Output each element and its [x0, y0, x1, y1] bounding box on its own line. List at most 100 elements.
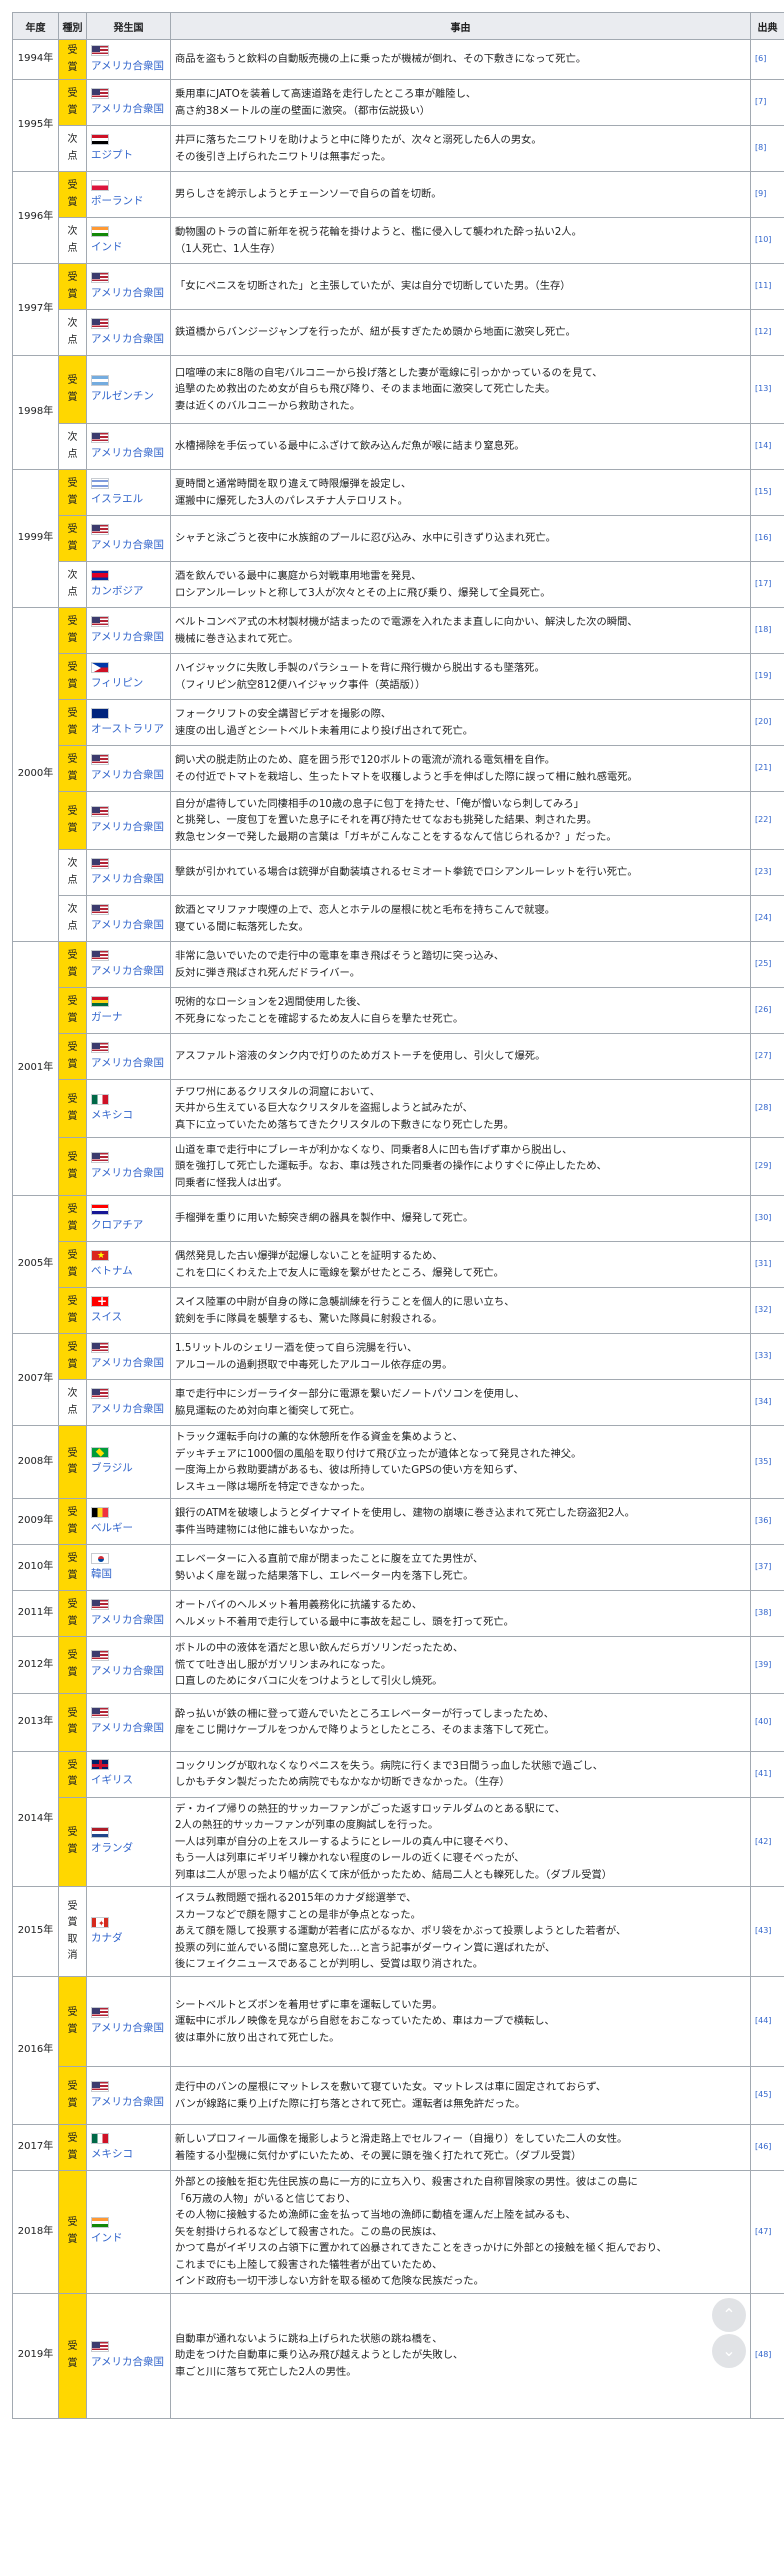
- country-link[interactable]: メキシコ: [91, 2148, 133, 2160]
- reference-link[interactable]: [24]: [750, 895, 784, 942]
- reference-link[interactable]: [43]: [750, 1886, 784, 1977]
- country-link[interactable]: アメリカ合衆国: [91, 287, 164, 299]
- country-link[interactable]: アメリカ合衆国: [91, 1403, 164, 1415]
- country-link[interactable]: クロアチア: [91, 1219, 143, 1231]
- country-link[interactable]: アメリカ合衆国: [91, 1167, 164, 1179]
- table-row: 1999年 受賞 イスラエル 夏時間と通常時間を取り違えて時限爆弾を設定し、 運搬中に爆…: [12, 469, 784, 608]
- reason-cell: 商品を盗もうと飲料の自動販売機の上に乗ったが機械が倒れ、その下敷きになって死亡。: [170, 39, 751, 80]
- reference-link[interactable]: [6]: [750, 39, 784, 80]
- reason-line: その後引き上げられたニワトリは無事だった。: [175, 150, 392, 163]
- country-link[interactable]: 韓国: [91, 1568, 112, 1580]
- reference-link[interactable]: [27]: [750, 1033, 784, 1080]
- country-link[interactable]: アルゼンチン: [91, 390, 154, 402]
- reference-link[interactable]: [13]: [750, 355, 784, 424]
- reference-link[interactable]: [26]: [750, 987, 784, 1034]
- country-link[interactable]: エジプト: [91, 149, 133, 161]
- country-link[interactable]: アメリカ合衆国: [91, 873, 164, 885]
- country-link[interactable]: アメリカ合衆国: [91, 631, 164, 643]
- scroll-up-button[interactable]: ⌃: [712, 2298, 746, 2332]
- header-source[interactable]: 出典: [750, 12, 784, 40]
- country-link[interactable]: インド: [91, 2232, 123, 2244]
- country-link[interactable]: アメリカ合衆国: [91, 965, 164, 977]
- reference-link[interactable]: [46]: [750, 2124, 784, 2171]
- header-kind[interactable]: 種別: [58, 12, 87, 40]
- country-link[interactable]: メキシコ: [91, 1109, 133, 1121]
- country-link[interactable]: フィリピン: [91, 677, 143, 689]
- country-link[interactable]: アメリカ合衆国: [91, 1722, 164, 1734]
- reference-link[interactable]: [29]: [750, 1137, 784, 1196]
- country-link[interactable]: ベルギー: [91, 1522, 133, 1534]
- reference-link[interactable]: [34]: [750, 1379, 784, 1426]
- reference-link[interactable]: [48]: [750, 2292, 784, 2419]
- country-link[interactable]: オランダ: [91, 1842, 133, 1854]
- reference-link[interactable]: [44]: [750, 1976, 784, 2067]
- reference-link[interactable]: [11]: [750, 263, 784, 310]
- country-link[interactable]: ガーナ: [91, 1011, 123, 1023]
- country-link[interactable]: アメリカ合衆国: [91, 821, 164, 833]
- reference-link[interactable]: [25]: [750, 941, 784, 988]
- country-link[interactable]: インド: [91, 241, 123, 253]
- table-row: 1998年 受賞 アルゼンチン 口喧嘩の末に8階の自宅バルコニーから投げ落とした妻が電…: [12, 355, 784, 470]
- header-country[interactable]: 発生国: [86, 12, 171, 40]
- country-link[interactable]: アメリカ合衆国: [91, 539, 164, 551]
- reference-link[interactable]: [42]: [750, 1796, 784, 1887]
- country-link[interactable]: イスラエル: [91, 493, 143, 505]
- reference-link[interactable]: [16]: [750, 515, 784, 562]
- reference-link[interactable]: [15]: [750, 469, 784, 516]
- header-reason[interactable]: 事由: [170, 12, 751, 40]
- country-link[interactable]: カンボジア: [91, 585, 144, 597]
- country-link[interactable]: オーストラリア: [91, 723, 164, 735]
- reason-line: 一人は列車が自分の上をスルーするようにとレールの真ん中に寝そべり、: [175, 1835, 515, 1848]
- reference-link[interactable]: [47]: [750, 2170, 784, 2294]
- country-link[interactable]: カナダ: [91, 1932, 123, 1944]
- reference-link[interactable]: [33]: [750, 1333, 784, 1380]
- reference-link[interactable]: [37]: [750, 1544, 784, 1591]
- reference-link[interactable]: [18]: [750, 607, 784, 654]
- country-link[interactable]: アメリカ合衆国: [91, 333, 164, 345]
- reference-link[interactable]: [17]: [750, 561, 784, 608]
- reference-link[interactable]: [36]: [750, 1498, 784, 1545]
- reason-cell: 撃鉄が引かれている場合は銃弾が自動装填されるセミオート拳銃でロシアンルーレットを…: [170, 849, 751, 896]
- country-link[interactable]: アメリカ合衆国: [91, 1057, 164, 1069]
- reference-link[interactable]: [9]: [750, 171, 784, 218]
- reference-link[interactable]: [45]: [750, 2066, 784, 2125]
- country-link[interactable]: アメリカ合衆国: [91, 769, 164, 781]
- reference-link[interactable]: [35]: [750, 1425, 784, 1499]
- country-link[interactable]: アメリカ合衆国: [91, 447, 164, 459]
- reference-link[interactable]: [31]: [750, 1241, 784, 1288]
- reference-link[interactable]: [12]: [750, 309, 784, 356]
- country-link[interactable]: アメリカ合衆国: [91, 1357, 164, 1369]
- reference-link[interactable]: [28]: [750, 1079, 784, 1138]
- reference-link[interactable]: [8]: [750, 125, 784, 172]
- reference-link[interactable]: [30]: [750, 1195, 784, 1242]
- country-link[interactable]: アメリカ合衆国: [91, 1614, 164, 1626]
- country-link[interactable]: ブラジル: [91, 1462, 133, 1474]
- reference-link[interactable]: [21]: [750, 745, 784, 792]
- reference-link[interactable]: [19]: [750, 653, 784, 700]
- reference-link[interactable]: [38]: [750, 1590, 784, 1637]
- reference-link[interactable]: [39]: [750, 1636, 784, 1694]
- reference-link[interactable]: [23]: [750, 849, 784, 896]
- country-link[interactable]: アメリカ合衆国: [91, 103, 164, 115]
- reference-link[interactable]: [7]: [750, 79, 784, 126]
- country-link[interactable]: アメリカ合衆国: [91, 1665, 164, 1677]
- country-link[interactable]: アメリカ合衆国: [91, 2356, 164, 2368]
- scroll-down-button[interactable]: ⌄: [712, 2334, 746, 2368]
- reason-cell: 手榴弾を重りに用いた鯨突き網の器具を製作中、爆発して死亡。: [170, 1195, 751, 1242]
- reference-link[interactable]: [20]: [750, 699, 784, 746]
- reference-link[interactable]: [10]: [750, 217, 784, 264]
- reference-link[interactable]: [22]: [750, 791, 784, 850]
- country-link[interactable]: イギリス: [91, 1774, 133, 1786]
- country-link[interactable]: ベトナム: [91, 1265, 133, 1277]
- country-link[interactable]: アメリカ合衆国: [91, 60, 164, 72]
- country-link[interactable]: アメリカ合衆国: [91, 2096, 164, 2108]
- reference-link[interactable]: [40]: [750, 1692, 784, 1752]
- reference-link[interactable]: [32]: [750, 1287, 784, 1334]
- country-link[interactable]: アメリカ合衆国: [91, 2022, 164, 2034]
- country-link[interactable]: ポーランド: [91, 195, 144, 207]
- reference-link[interactable]: [41]: [750, 1750, 784, 1798]
- country-link[interactable]: アメリカ合衆国: [91, 919, 164, 931]
- country-link[interactable]: スイス: [91, 1311, 122, 1323]
- header-year[interactable]: 年度: [12, 12, 59, 40]
- reference-link[interactable]: [14]: [750, 423, 784, 470]
